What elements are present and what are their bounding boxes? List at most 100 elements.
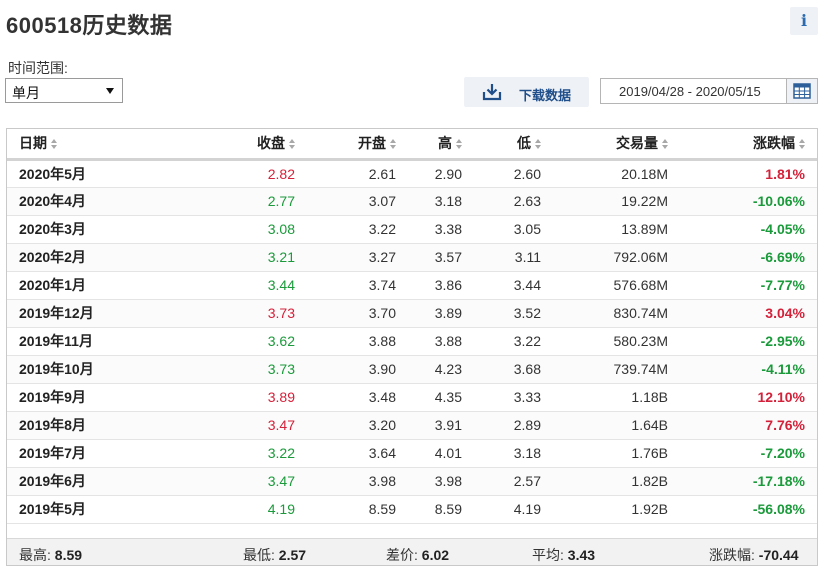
calendar-button[interactable] [786, 79, 817, 103]
chevron-down-icon [106, 88, 114, 94]
cell-volume: 1.76B [551, 439, 680, 468]
cell-volume: 792.06M [551, 243, 680, 272]
period-select[interactable]: 单月 [5, 78, 123, 103]
cell-open: 3.48 [303, 383, 406, 412]
cell-open: 3.70 [303, 299, 406, 328]
download-data-label: 下载数据 [519, 88, 572, 103]
cell-volume: 20.18M [551, 159, 680, 188]
cell-high: 3.38 [406, 215, 474, 244]
table-row: 2020年5月 2.82 2.61 2.90 2.60 20.18M 1.81% [7, 159, 817, 188]
cell-date: 2020年4月 [7, 187, 172, 216]
cell-close: 3.73 [172, 355, 303, 384]
cell-high: 3.57 [406, 243, 474, 272]
cell-low: 2.63 [474, 187, 551, 216]
cell-change: 12.10% [680, 383, 817, 412]
summary-low: 最低: 2.57 [243, 547, 307, 563]
cell-date: 2019年7月 [7, 439, 172, 468]
cell-low: 3.22 [474, 327, 551, 356]
cell-open: 3.07 [303, 187, 406, 216]
sort-icon [799, 139, 805, 150]
date-range-picker[interactable]: 2019/04/28 - 2020/05/15 [600, 78, 818, 104]
cell-volume: 1.82B [551, 467, 680, 496]
column-header-volume[interactable]: 交易量 [551, 129, 680, 161]
cell-change: -56.08% [680, 495, 817, 524]
download-data-button[interactable]: 下载数据 [464, 77, 589, 107]
cell-date: 2019年9月 [7, 383, 172, 412]
cell-high: 3.86 [406, 271, 474, 300]
cell-change: -6.69% [680, 243, 817, 272]
cell-low: 3.33 [474, 383, 551, 412]
table-row: 2019年10月 3.73 3.90 4.23 3.68 739.74M -4.11% [7, 355, 817, 384]
cell-high: 4.35 [406, 383, 474, 412]
table-row: 2019年11月 3.62 3.88 3.88 3.22 580.23M -2.95% [7, 327, 817, 356]
table-row: 2019年8月 3.47 3.20 3.91 2.89 1.64B 7.76% [7, 411, 817, 440]
table-row: 2019年7月 3.22 3.64 4.01 3.18 1.76B -7.20% [7, 439, 817, 468]
cell-volume: 1.64B [551, 411, 680, 440]
cell-high: 3.18 [406, 187, 474, 216]
cell-volume: 739.74M [551, 355, 680, 384]
cell-close: 4.19 [172, 495, 303, 524]
cell-change: -7.20% [680, 439, 817, 468]
table-row: 2020年2月 3.21 3.27 3.57 3.11 792.06M -6.69% [7, 243, 817, 272]
period-select-value: 单月 [12, 85, 40, 101]
cell-open: 3.20 [303, 411, 406, 440]
cell-change: -7.77% [680, 271, 817, 300]
cell-low: 2.89 [474, 411, 551, 440]
cell-close: 3.08 [172, 215, 303, 244]
cell-volume: 19.22M [551, 187, 680, 216]
column-header-date[interactable]: 日期 [7, 129, 172, 161]
cell-date: 2020年3月 [7, 215, 172, 244]
cell-low: 3.05 [474, 215, 551, 244]
cell-open: 3.22 [303, 215, 406, 244]
cell-change: 1.81% [680, 159, 817, 188]
column-header-low[interactable]: 低 [474, 129, 551, 161]
cell-close: 2.77 [172, 187, 303, 216]
cell-change: -4.11% [680, 355, 817, 384]
cell-close: 3.89 [172, 383, 303, 412]
info-icon: i [800, 11, 808, 30]
cell-low: 3.68 [474, 355, 551, 384]
cell-close: 3.73 [172, 299, 303, 328]
cell-open: 3.90 [303, 355, 406, 384]
cell-high: 3.88 [406, 327, 474, 356]
cell-volume: 1.18B [551, 383, 680, 412]
historical-data-page: 600518历史数据 i 时间范围: 单月 下载数据 2019/04/28 - … [0, 0, 823, 571]
summary-bar: 最高: 8.59 最低: 2.57 差价: 6.02 平均: 3.43 涨跌幅:… [7, 538, 817, 565]
cell-date: 2019年8月 [7, 411, 172, 440]
cell-low: 2.60 [474, 159, 551, 188]
table-row: 2019年12月 3.73 3.70 3.89 3.52 830.74M 3.04% [7, 299, 817, 328]
column-header-change[interactable]: 涨跌幅 [680, 129, 817, 161]
download-icon [482, 84, 502, 101]
summary-average: 平均: 3.43 [532, 547, 596, 563]
cell-open: 2.61 [303, 159, 406, 188]
table-row: 2020年1月 3.44 3.74 3.86 3.44 576.68M -7.77% [7, 271, 817, 300]
cell-change: -10.06% [680, 187, 817, 216]
cell-date: 2019年6月 [7, 467, 172, 496]
table-header-row: 日期 收盘 开盘 高 低 交易量 涨跌幅 [7, 129, 817, 161]
table-row: 2020年4月 2.77 3.07 3.18 2.63 19.22M -10.06% [7, 187, 817, 216]
cell-date: 2019年12月 [7, 299, 172, 328]
cell-high: 2.90 [406, 159, 474, 188]
cell-open: 3.88 [303, 327, 406, 356]
summary-diff: 差价: 6.02 [386, 547, 450, 563]
cell-change: -17.18% [680, 467, 817, 496]
column-header-close[interactable]: 收盘 [172, 129, 303, 161]
cell-close: 3.47 [172, 467, 303, 496]
cell-volume: 1.92B [551, 495, 680, 524]
cell-volume: 13.89M [551, 215, 680, 244]
cell-high: 3.98 [406, 467, 474, 496]
sort-icon [390, 139, 396, 150]
sort-icon [51, 139, 57, 150]
cell-date: 2020年1月 [7, 271, 172, 300]
cell-open: 3.64 [303, 439, 406, 468]
cell-volume: 580.23M [551, 327, 680, 356]
cell-low: 4.19 [474, 495, 551, 524]
info-button[interactable]: i [790, 7, 818, 35]
cell-date: 2019年5月 [7, 495, 172, 524]
cell-date: 2020年2月 [7, 243, 172, 272]
cell-change: 3.04% [680, 299, 817, 328]
cell-date: 2019年10月 [7, 355, 172, 384]
column-header-open[interactable]: 开盘 [303, 129, 406, 161]
cell-volume: 576.68M [551, 271, 680, 300]
column-header-high[interactable]: 高 [406, 129, 474, 161]
